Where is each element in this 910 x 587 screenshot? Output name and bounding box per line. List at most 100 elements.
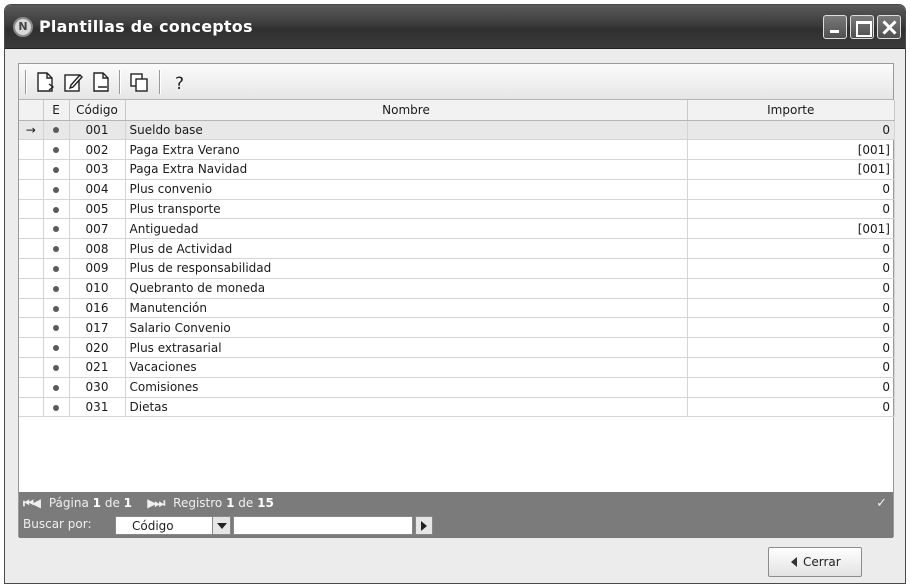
cell-codigo: 017 xyxy=(69,317,126,339)
table-row[interactable]: 021 Vacaciones 0 xyxy=(19,357,895,378)
cell-importe: [001] xyxy=(687,139,895,161)
status-dot xyxy=(43,199,70,220)
cell-importe: 0 xyxy=(687,199,895,220)
cell-importe: 0 xyxy=(687,120,895,141)
table-row[interactable]: 020 Plus extrasarial 0 xyxy=(19,337,895,359)
search-go-button[interactable] xyxy=(415,516,433,535)
column-header-codigo[interactable]: Código xyxy=(69,100,126,121)
title-bar[interactable]: N Plantillas de conceptos xyxy=(5,5,905,49)
close-window-button[interactable] xyxy=(877,15,901,39)
toolbar: ? xyxy=(19,64,893,100)
status-dot-icon xyxy=(53,345,59,352)
row-indicator-icon xyxy=(19,159,44,180)
table-row[interactable]: 008 Plus de Actividad 0 xyxy=(19,238,895,260)
status-dot xyxy=(43,159,70,180)
page-of: de xyxy=(104,496,120,510)
status-dot-icon xyxy=(53,305,59,312)
row-indicator-icon xyxy=(19,218,44,240)
pagination-info: ⏮◀ Página 1 de 1 ▶⏭ Registro 1 de 15 xyxy=(23,496,274,511)
next-last-page-icon[interactable]: ▶⏭ xyxy=(147,496,165,510)
table-row[interactable]: 007 Antiguedad [001] xyxy=(19,218,895,240)
copy-document-icon[interactable] xyxy=(89,70,113,94)
cell-nombre: Plus transporte xyxy=(125,199,688,220)
page-current: 1 xyxy=(92,496,102,510)
row-indicator-icon xyxy=(19,298,44,319)
table-row[interactable]: 031 Dietas 0 xyxy=(19,397,895,418)
cell-codigo: 004 xyxy=(69,179,126,200)
cell-nombre: Antiguedad xyxy=(125,218,688,240)
new-document-icon[interactable] xyxy=(33,70,57,94)
duplicate-icon[interactable] xyxy=(127,70,151,94)
table-row[interactable]: 009 Plus de responsabilidad 0 xyxy=(19,258,895,279)
status-dot xyxy=(43,357,70,378)
cell-importe: 0 xyxy=(687,317,895,339)
concepts-table: E Código Nombre Importe → 001 Sueldo base 0… xyxy=(19,100,895,418)
toolbar-separator xyxy=(25,70,27,94)
cell-codigo: 002 xyxy=(69,139,126,161)
cell-importe: 0 xyxy=(687,377,895,398)
search-input[interactable] xyxy=(233,516,413,535)
cell-importe: 0 xyxy=(687,179,895,200)
table-row[interactable]: 004 Plus convenio 0 xyxy=(19,179,895,200)
row-indicator-icon xyxy=(19,357,44,378)
help-icon[interactable]: ? xyxy=(169,70,193,94)
column-header-importe[interactable]: Importe xyxy=(687,100,895,121)
toolbar-separator xyxy=(119,70,121,94)
table-row[interactable]: 030 Comisiones 0 xyxy=(19,377,895,398)
status-dot xyxy=(43,139,70,161)
cell-importe: [001] xyxy=(687,218,895,240)
row-indicator-icon xyxy=(19,278,44,299)
search-label: Buscar por: xyxy=(23,517,92,531)
arrow-left-icon xyxy=(791,557,797,567)
status-dot-icon xyxy=(53,246,59,253)
edit-document-icon[interactable] xyxy=(61,70,85,94)
row-indicator-icon xyxy=(19,397,44,418)
table-row[interactable]: → 001 Sueldo base 0 xyxy=(19,120,895,141)
record-of: de xyxy=(238,496,254,510)
cell-nombre: Paga Extra Navidad xyxy=(125,159,688,180)
page-label: Página xyxy=(48,496,89,510)
first-prev-page-icon[interactable]: ⏮◀ xyxy=(23,496,41,510)
table-row[interactable]: 005 Plus transporte 0 xyxy=(19,199,895,220)
table-row[interactable]: 003 Paga Extra Navidad [001] xyxy=(19,159,895,180)
close-button-label: Cerrar xyxy=(803,555,841,569)
templates-panel: ? E Código Nombre Importe → 001 Sueldo bas… xyxy=(18,63,895,538)
window-title: Plantillas de conceptos xyxy=(39,17,253,36)
status-dot-icon xyxy=(53,147,59,154)
record-current: 1 xyxy=(226,496,235,510)
cell-codigo: 001 xyxy=(69,120,126,141)
cell-nombre: Dietas xyxy=(125,397,688,418)
chevron-down-icon[interactable] xyxy=(212,517,230,534)
record-label: Registro xyxy=(173,496,223,510)
maximize-button[interactable] xyxy=(850,15,874,39)
status-dot-icon xyxy=(53,206,59,213)
cell-nombre: Quebranto de moneda xyxy=(125,278,688,299)
row-indicator-icon xyxy=(19,337,44,359)
table-row[interactable]: 002 Paga Extra Verano [001] xyxy=(19,139,895,161)
cell-codigo: 016 xyxy=(69,298,126,319)
cell-nombre: Paga Extra Verano xyxy=(125,139,688,161)
table-row[interactable]: 016 Manutención 0 xyxy=(19,298,895,319)
close-button[interactable]: Cerrar xyxy=(768,547,862,577)
cell-nombre: Salario Convenio xyxy=(125,317,688,339)
status-dot-icon xyxy=(53,285,59,292)
cell-nombre: Manutención xyxy=(125,298,688,319)
minimize-button[interactable] xyxy=(823,15,847,39)
table-row[interactable]: 017 Salario Convenio 0 xyxy=(19,317,895,339)
status-dot-icon xyxy=(53,325,59,332)
row-indicator-icon xyxy=(19,317,44,339)
checkmark-icon: ✓ xyxy=(876,496,887,511)
status-dot xyxy=(43,278,70,299)
status-dot-icon xyxy=(53,384,59,391)
column-header-nombre[interactable]: Nombre xyxy=(125,100,688,121)
cell-codigo: 007 xyxy=(69,218,126,240)
column-header-e[interactable]: E xyxy=(43,100,70,121)
status-dot xyxy=(43,377,70,398)
table-row[interactable]: 010 Quebranto de moneda 0 xyxy=(19,278,895,299)
row-indicator-icon xyxy=(19,139,44,161)
search-field-select[interactable]: Código xyxy=(115,516,231,535)
cell-codigo: 031 xyxy=(69,397,126,418)
cell-nombre: Comisiones xyxy=(125,377,688,398)
toolbar-separator xyxy=(159,70,161,94)
status-dot-icon xyxy=(53,265,59,272)
